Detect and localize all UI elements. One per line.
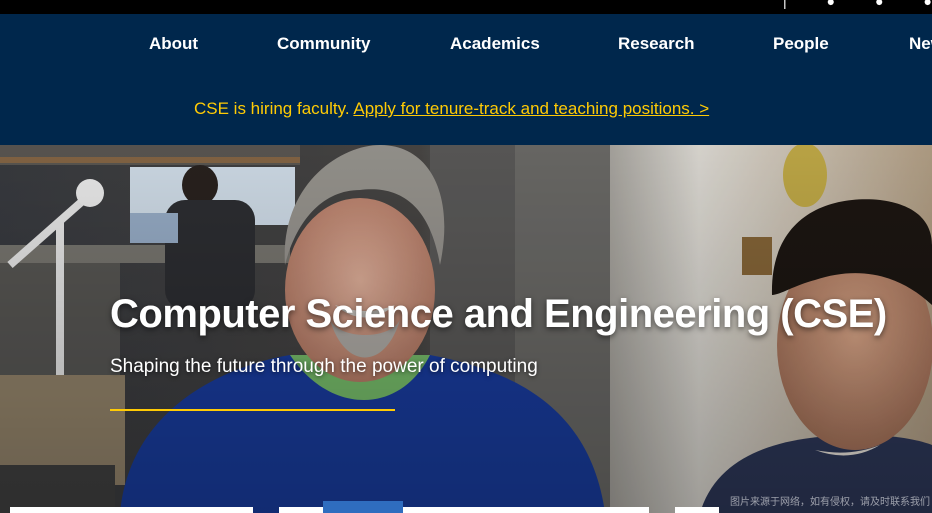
nav-item-news[interactable]: News [909, 34, 932, 54]
hero-subtitle: Shaping the future through the power of … [110, 356, 538, 377]
alert-text: CSE is hiring faculty. Apply for tenure-… [194, 99, 709, 119]
hero-banner: Computer Science and Engineering (CSE) S… [0, 145, 932, 513]
alert-prefix: CSE is hiring faculty. [194, 99, 350, 118]
utility-bar: | ● ● ● [0, 0, 932, 14]
nav-item-research[interactable]: Research [618, 34, 695, 54]
image-watermark: 图片来源于网络，如有侵权，请及时联系我们 [730, 497, 930, 508]
hero-accent-rule [110, 409, 395, 411]
nav-item-people[interactable]: People [773, 34, 829, 54]
card-tab[interactable] [675, 507, 719, 513]
card-tab[interactable] [279, 507, 323, 513]
hero-title: Computer Science and Engineering (CSE) [110, 292, 887, 336]
card-tab[interactable] [403, 507, 649, 513]
card-tab[interactable] [10, 507, 253, 513]
utility-links: | ● ● ● [782, 0, 932, 9]
hiring-alert-banner: CSE is hiring faculty. Apply for tenure-… [0, 76, 932, 145]
nav-item-academics[interactable]: Academics [450, 34, 540, 54]
main-nav: About Community Academics Research Peopl… [0, 14, 932, 76]
nav-item-about[interactable]: About [149, 34, 198, 54]
apply-positions-link[interactable]: Apply for tenure-track and teaching posi… [353, 99, 709, 118]
card-tab-active[interactable] [323, 501, 403, 513]
nav-item-community[interactable]: Community [277, 34, 371, 54]
